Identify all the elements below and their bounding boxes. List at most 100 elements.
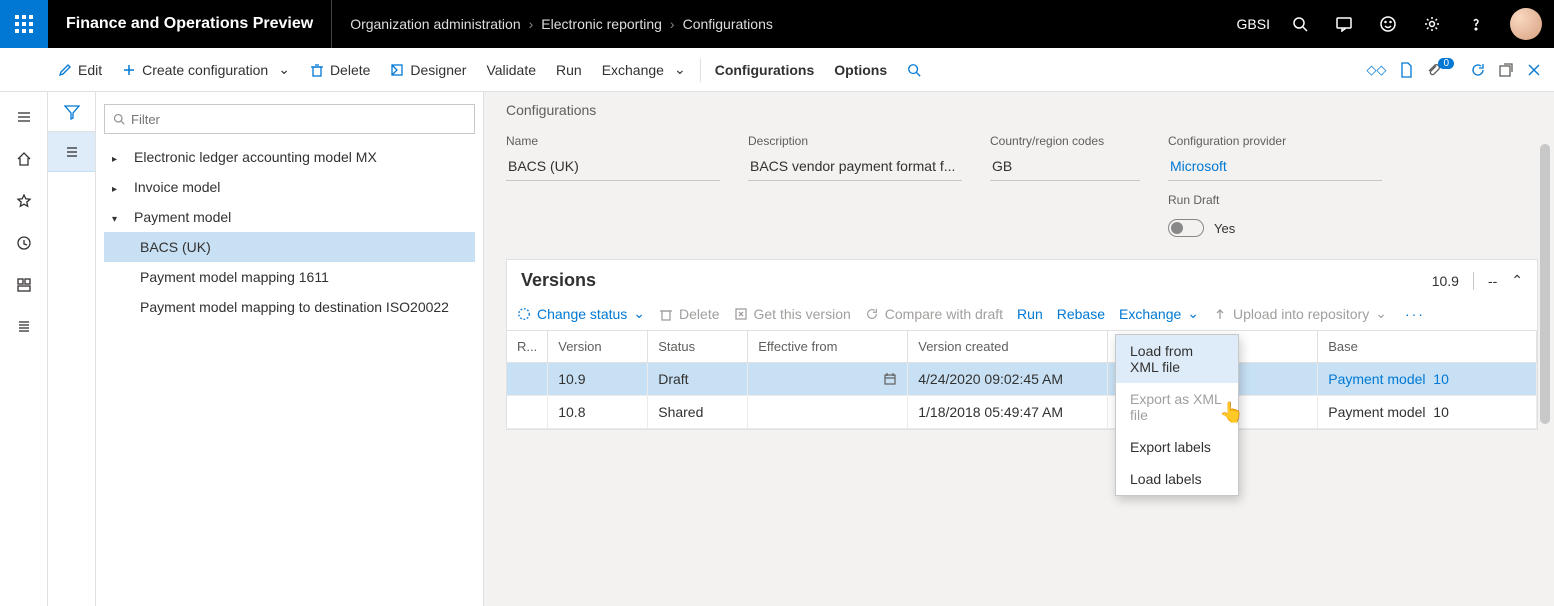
help-icon[interactable] bbox=[1454, 0, 1498, 48]
collapse-icon[interactable] bbox=[112, 209, 124, 225]
versions-toolbar: Change status⌄ Delete Get this version C… bbox=[507, 301, 1537, 330]
close-button[interactable] bbox=[1526, 62, 1542, 78]
emoji-icon[interactable] bbox=[1366, 0, 1410, 48]
rebase-button[interactable]: Rebase bbox=[1057, 306, 1105, 322]
field-label: Name bbox=[506, 134, 720, 148]
col-version[interactable]: Version bbox=[548, 331, 648, 363]
versions-header: Versions 10.9 -- ⌃ bbox=[507, 260, 1537, 301]
col-r[interactable]: R... bbox=[507, 331, 548, 363]
connector-icon[interactable]: ◇◇ bbox=[1366, 62, 1386, 78]
company-label[interactable]: GBSI bbox=[1237, 16, 1278, 32]
col-created[interactable]: Version created bbox=[908, 331, 1108, 363]
main-pane: Configurations Name BACS (UK) Descriptio… bbox=[484, 92, 1554, 606]
breadcrumb: Organization administration › Electronic… bbox=[332, 16, 791, 32]
tree-item[interactable]: Payment model mapping 1611 bbox=[104, 262, 475, 292]
feedback-icon[interactable] bbox=[1322, 0, 1366, 48]
delete-button[interactable]: Delete bbox=[300, 48, 380, 92]
avatar[interactable] bbox=[1510, 8, 1542, 40]
base-link[interactable]: Payment model bbox=[1328, 371, 1425, 387]
app-launcher-button[interactable] bbox=[0, 0, 48, 48]
col-status[interactable]: Status bbox=[648, 331, 748, 363]
edit-button[interactable]: Edit bbox=[48, 48, 112, 92]
chevron-right-icon: › bbox=[521, 16, 542, 32]
calendar-icon[interactable] bbox=[883, 372, 897, 386]
more-button[interactable]: ··· bbox=[1405, 306, 1425, 322]
name-field[interactable]: BACS (UK) bbox=[506, 154, 720, 181]
configurations-tab[interactable]: Configurations bbox=[705, 48, 825, 92]
list-view-button[interactable] bbox=[48, 132, 95, 172]
breadcrumb-item[interactable]: Electronic reporting bbox=[541, 16, 662, 32]
tree-item-bacs-uk[interactable]: BACS (UK) bbox=[104, 232, 475, 262]
chevron-down-icon: ⌄ bbox=[1375, 305, 1387, 322]
favorites-icon[interactable] bbox=[0, 180, 48, 222]
tree-item[interactable]: Invoice model bbox=[104, 172, 475, 202]
tree-item[interactable]: Electronic ledger accounting model MX bbox=[104, 142, 475, 172]
separator bbox=[700, 58, 701, 82]
versions-exchange-button[interactable]: Exchange⌄ bbox=[1119, 305, 1199, 322]
toggle-switch[interactable] bbox=[1168, 219, 1204, 237]
base-version-link[interactable]: 10 bbox=[1433, 371, 1449, 387]
modules-icon[interactable] bbox=[0, 306, 48, 348]
separator bbox=[1473, 272, 1474, 290]
cmdbar-right: ◇◇ 0 bbox=[1366, 62, 1554, 78]
filter-input[interactable] bbox=[131, 112, 466, 127]
recent-icon[interactable] bbox=[0, 222, 48, 264]
menu-export-labels[interactable]: Export labels bbox=[1116, 431, 1238, 463]
scrollbar[interactable] bbox=[1540, 144, 1550, 424]
search-button[interactable] bbox=[897, 48, 931, 92]
run-draft-toggle[interactable]: Yes bbox=[1168, 219, 1382, 237]
filter-funnel-button[interactable] bbox=[48, 92, 95, 132]
col-effective[interactable]: Effective from bbox=[748, 331, 908, 363]
cursor-icon: 👆 bbox=[1219, 400, 1244, 425]
command-bar: Edit Create configuration⌄ Delete Design… bbox=[0, 48, 1554, 92]
chevron-down-icon: ⌄ bbox=[278, 61, 290, 78]
validate-button[interactable]: Validate bbox=[476, 48, 546, 92]
form-row: Name BACS (UK) Description BACS vendor p… bbox=[506, 134, 1538, 237]
refresh-button[interactable] bbox=[1470, 62, 1486, 78]
run-button[interactable]: Run bbox=[546, 48, 592, 92]
breadcrumb-item[interactable]: Configurations bbox=[683, 16, 773, 32]
designer-button[interactable]: Designer bbox=[380, 48, 476, 92]
delete-version-button: Delete bbox=[659, 306, 719, 322]
left-rail bbox=[0, 92, 48, 606]
gear-icon[interactable] bbox=[1410, 0, 1454, 48]
provider-link[interactable]: Microsoft bbox=[1168, 154, 1382, 181]
change-status-button[interactable]: Change status⌄ bbox=[517, 305, 645, 322]
page-icon[interactable] bbox=[1398, 62, 1414, 78]
options-tab[interactable]: Options bbox=[824, 48, 897, 92]
tree-item[interactable]: Payment model mapping to destination ISO… bbox=[104, 292, 475, 322]
filter-input-wrapper[interactable] bbox=[104, 104, 475, 134]
field-label: Description bbox=[748, 134, 962, 148]
table-row[interactable]: 10.8 Shared 1/18/2018 05:49:47 AM Paymen… bbox=[507, 396, 1537, 429]
attach-button[interactable]: 0 bbox=[1426, 62, 1458, 78]
section-title: Configurations bbox=[506, 102, 1538, 118]
popout-button[interactable] bbox=[1498, 62, 1514, 78]
run-version-button[interactable]: Run bbox=[1017, 306, 1043, 322]
expand-icon[interactable] bbox=[112, 179, 124, 195]
workspaces-icon[interactable] bbox=[0, 264, 48, 306]
compare-button: Compare with draft bbox=[865, 306, 1003, 322]
field-label: Run Draft bbox=[1168, 193, 1382, 207]
field-label: Configuration provider bbox=[1168, 134, 1382, 148]
description-field[interactable]: BACS vendor payment format f... bbox=[748, 154, 962, 181]
hamburger-button[interactable] bbox=[0, 96, 48, 138]
col-base[interactable]: Base bbox=[1318, 331, 1537, 363]
home-icon[interactable] bbox=[0, 138, 48, 180]
expand-icon[interactable] bbox=[112, 149, 124, 165]
chevron-down-icon: ⌄ bbox=[633, 305, 645, 322]
country-field[interactable]: GB bbox=[990, 154, 1140, 181]
versions-card: Versions 10.9 -- ⌃ Change status⌄ Delete… bbox=[506, 259, 1538, 430]
get-version-button: Get this version bbox=[734, 306, 851, 322]
exchange-button[interactable]: Exchange⌄ bbox=[592, 48, 696, 92]
tree-item-payment-model[interactable]: Payment model bbox=[104, 202, 475, 232]
table-row[interactable]: 10.9 Draft 4/24/2020 09:02:45 AM Payment… bbox=[507, 363, 1537, 396]
chevron-up-icon[interactable]: ⌃ bbox=[1511, 272, 1523, 289]
menu-load-from-xml[interactable]: Load from XML file bbox=[1116, 335, 1238, 383]
menu-load-labels[interactable]: Load labels bbox=[1116, 463, 1238, 495]
search-icon[interactable] bbox=[1278, 0, 1322, 48]
versions-grid: R... Version Status Effective from Versi… bbox=[507, 330, 1537, 429]
breadcrumb-item[interactable]: Organization administration bbox=[350, 16, 520, 32]
versions-title: Versions bbox=[521, 270, 596, 291]
create-configuration-button[interactable]: Create configuration⌄ bbox=[112, 48, 300, 92]
header-dash: -- bbox=[1488, 273, 1497, 289]
